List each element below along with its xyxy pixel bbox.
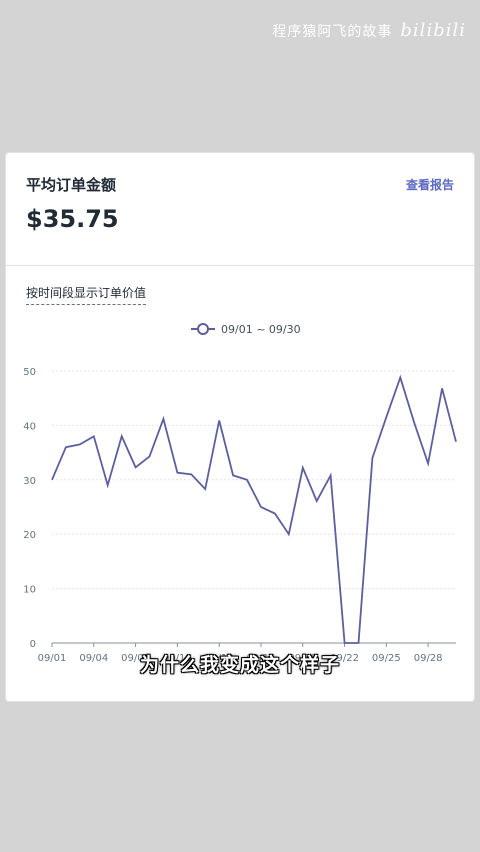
y-tick-label: 20 [23,530,36,541]
y-axis: 0 10 20 30 40 50 [23,367,36,650]
bilibili-logo: bilibili [400,20,466,41]
legend-marker [197,323,209,335]
y-tick-label: 50 [23,367,36,378]
divider [6,265,474,266]
chart-legend[interactable]: 09/01 ~ 09/30 [191,323,301,336]
series-line [51,374,457,644]
y-tick-label: 30 [23,476,36,487]
legend-label: 09/01 ~ 09/30 [221,323,301,336]
watermark-text: 程序猿阿飞的故事 [272,23,393,40]
line-chart: 09/01 ~ 09/30 01020304050 09/01 09/04 09/0… [23,323,457,664]
bottom-letterbox [0,702,480,852]
card-title: 平均订单金额 [26,176,117,194]
chart-subtitle[interactable]: 按时间段显示订单价值 [26,284,147,305]
watermark: 程序猿阿飞的故事 bilibili [272,20,466,41]
video-caption: 为什么我变成这个样子 [139,654,340,676]
y-tick-label: 10 [23,585,36,596]
amount-value: $35.75 [26,205,119,233]
grid [52,370,456,644]
average-order-value-card: 平均订单金额 查看报告 $35.75 按时间段显示订单价值 09/01 ~ 09… [6,153,474,701]
y-tick-label: 40 [23,421,36,432]
view-report-link[interactable]: 查看报告 [406,176,454,193]
y-tick-label: 0 [30,639,36,650]
